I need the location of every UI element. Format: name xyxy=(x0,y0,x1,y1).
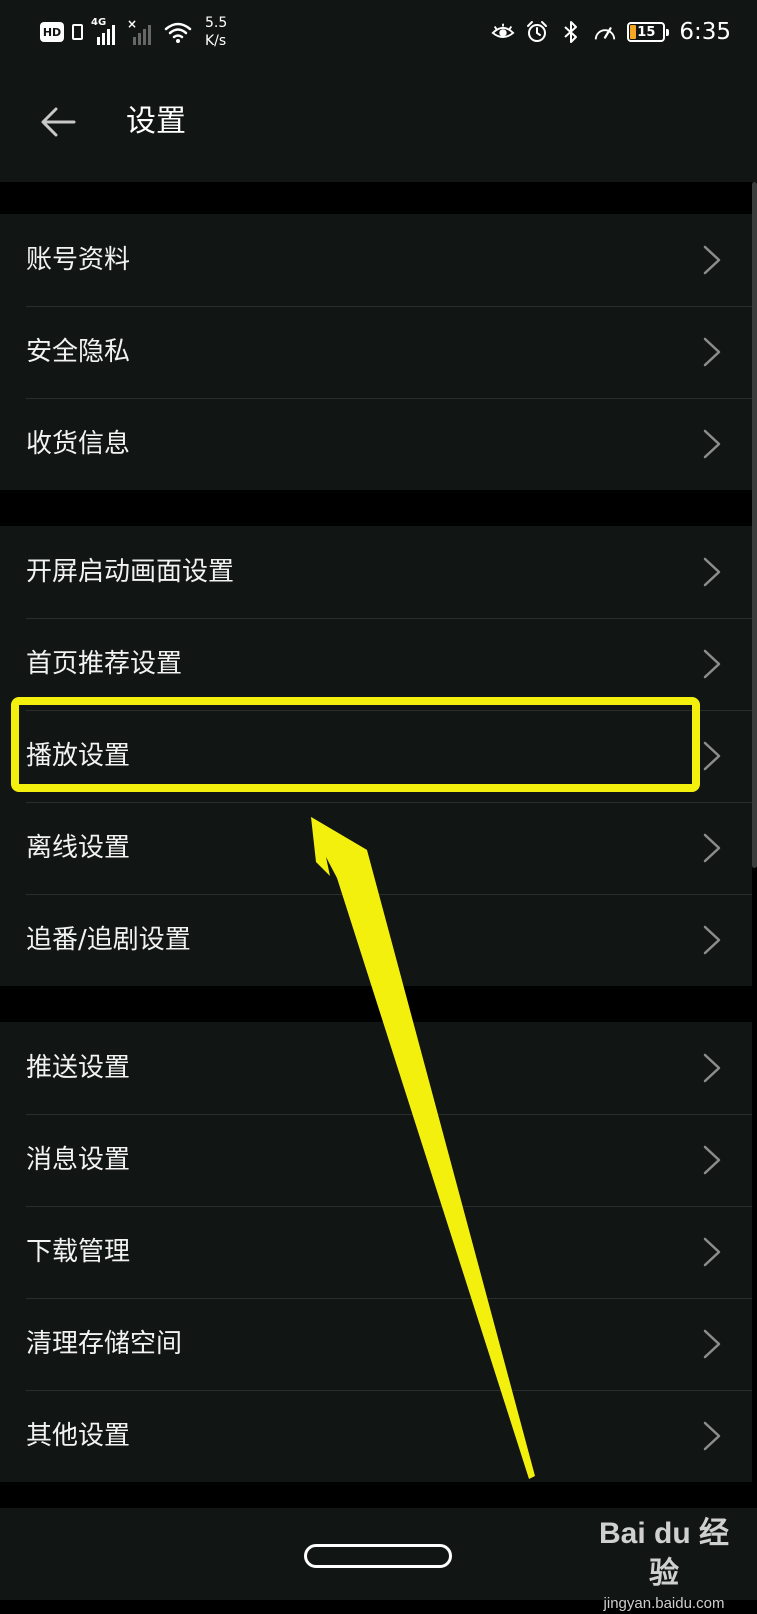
battery-icon: 15 xyxy=(627,22,670,42)
settings-screen: HD 4G × 5.5 K/s 15 6:35 设置 账号资料 安全隐私 收货信… xyxy=(0,0,757,1612)
settings-item-account-profile[interactable]: 账号资料 xyxy=(0,214,752,306)
settings-item-label: 开屏启动画面设置 xyxy=(26,557,235,587)
settings-item-offline[interactable]: 离线设置 xyxy=(0,802,752,894)
settings-item-label: 清理存储空间 xyxy=(26,1329,183,1359)
bluetooth-icon xyxy=(559,20,583,44)
sim-icon xyxy=(72,24,83,40)
home-gesture-bar[interactable] xyxy=(304,1544,452,1568)
settings-item-shipping-info[interactable]: 收货信息 xyxy=(0,398,752,490)
settings-item-label: 首页推荐设置 xyxy=(26,649,183,679)
settings-item-playback[interactable]: 播放设置 xyxy=(0,710,752,802)
status-bar-right: 15 6:35 xyxy=(491,14,731,50)
settings-item-splash-screen[interactable]: 开屏启动画面设置 xyxy=(0,526,752,618)
network-speed: 5.5 K/s xyxy=(205,14,227,50)
chevron-right-icon xyxy=(703,649,721,679)
settings-item-label: 其他设置 xyxy=(26,1421,131,1451)
chevron-right-icon xyxy=(703,833,721,863)
page-title: 设置 xyxy=(126,104,186,139)
settings-item-security-privacy[interactable]: 安全隐私 xyxy=(0,306,752,398)
network-speed-unit: K/s xyxy=(205,33,227,49)
chevron-right-icon xyxy=(703,1053,721,1083)
alarm-icon xyxy=(525,20,549,44)
settings-item-label: 播放设置 xyxy=(26,741,131,771)
scrollbar[interactable] xyxy=(752,182,757,868)
settings-item-follow-series[interactable]: 追番/追剧设置 xyxy=(0,894,752,986)
chevron-right-icon xyxy=(703,925,721,955)
chevron-right-icon xyxy=(703,337,721,367)
settings-item-label: 消息设置 xyxy=(26,1145,131,1175)
chevron-right-icon xyxy=(703,429,721,459)
settings-item-downloads[interactable]: 下载管理 xyxy=(0,1206,752,1298)
status-bar: HD 4G × 5.5 K/s 15 6:35 xyxy=(0,0,757,66)
app-header: 设置 xyxy=(0,66,757,182)
chevron-right-icon xyxy=(703,741,721,771)
arrow-left-icon xyxy=(41,107,76,137)
status-bar-left: HD 4G × 5.5 K/s xyxy=(40,14,227,50)
secondary-signal-icon: × xyxy=(127,17,155,45)
settings-item-label: 推送设置 xyxy=(26,1053,131,1083)
settings-item-clear-storage[interactable]: 清理存储空间 xyxy=(0,1298,752,1390)
settings-item-label: 安全隐私 xyxy=(26,337,131,367)
settings-item-push[interactable]: 推送设置 xyxy=(0,1022,752,1114)
settings-item-label: 下载管理 xyxy=(26,1237,131,1267)
settings-item-label: 追番/追剧设置 xyxy=(26,925,191,955)
chevron-right-icon xyxy=(703,1329,721,1359)
battery-level: 15 xyxy=(637,24,656,40)
wifi-icon xyxy=(163,20,193,44)
chevron-right-icon xyxy=(703,1145,721,1175)
settings-group-system: 推送设置 消息设置 下载管理 清理存储空间 其他设置 xyxy=(0,1022,752,1482)
settings-item-other[interactable]: 其他设置 xyxy=(0,1390,752,1482)
settings-group-content: 开屏启动画面设置 首页推荐设置 播放设置 离线设置 追番/追剧设置 xyxy=(0,526,752,986)
network-type-label: 4G xyxy=(91,17,107,28)
chevron-right-icon xyxy=(703,245,721,275)
settings-item-label: 账号资料 xyxy=(26,245,131,275)
chevron-right-icon xyxy=(703,1237,721,1267)
chevron-right-icon xyxy=(703,557,721,587)
settings-item-messages[interactable]: 消息设置 xyxy=(0,1114,752,1206)
back-button[interactable] xyxy=(36,100,80,144)
settings-item-label: 离线设置 xyxy=(26,833,131,863)
hd-badge: HD xyxy=(40,22,64,42)
settings-item-label: 收货信息 xyxy=(26,429,131,459)
chevron-right-icon xyxy=(703,1421,721,1451)
settings-group-account: 账号资料 安全隐私 收货信息 xyxy=(0,214,752,490)
cellular-signal-icon: 4G xyxy=(91,17,119,45)
eye-comfort-icon xyxy=(491,20,515,44)
network-speed-value: 5.5 xyxy=(205,15,228,31)
system-nav-bar xyxy=(0,1508,757,1600)
speedometer-icon xyxy=(593,20,617,44)
settings-item-home-recommend[interactable]: 首页推荐设置 xyxy=(0,618,752,710)
clock: 6:35 xyxy=(679,19,731,45)
